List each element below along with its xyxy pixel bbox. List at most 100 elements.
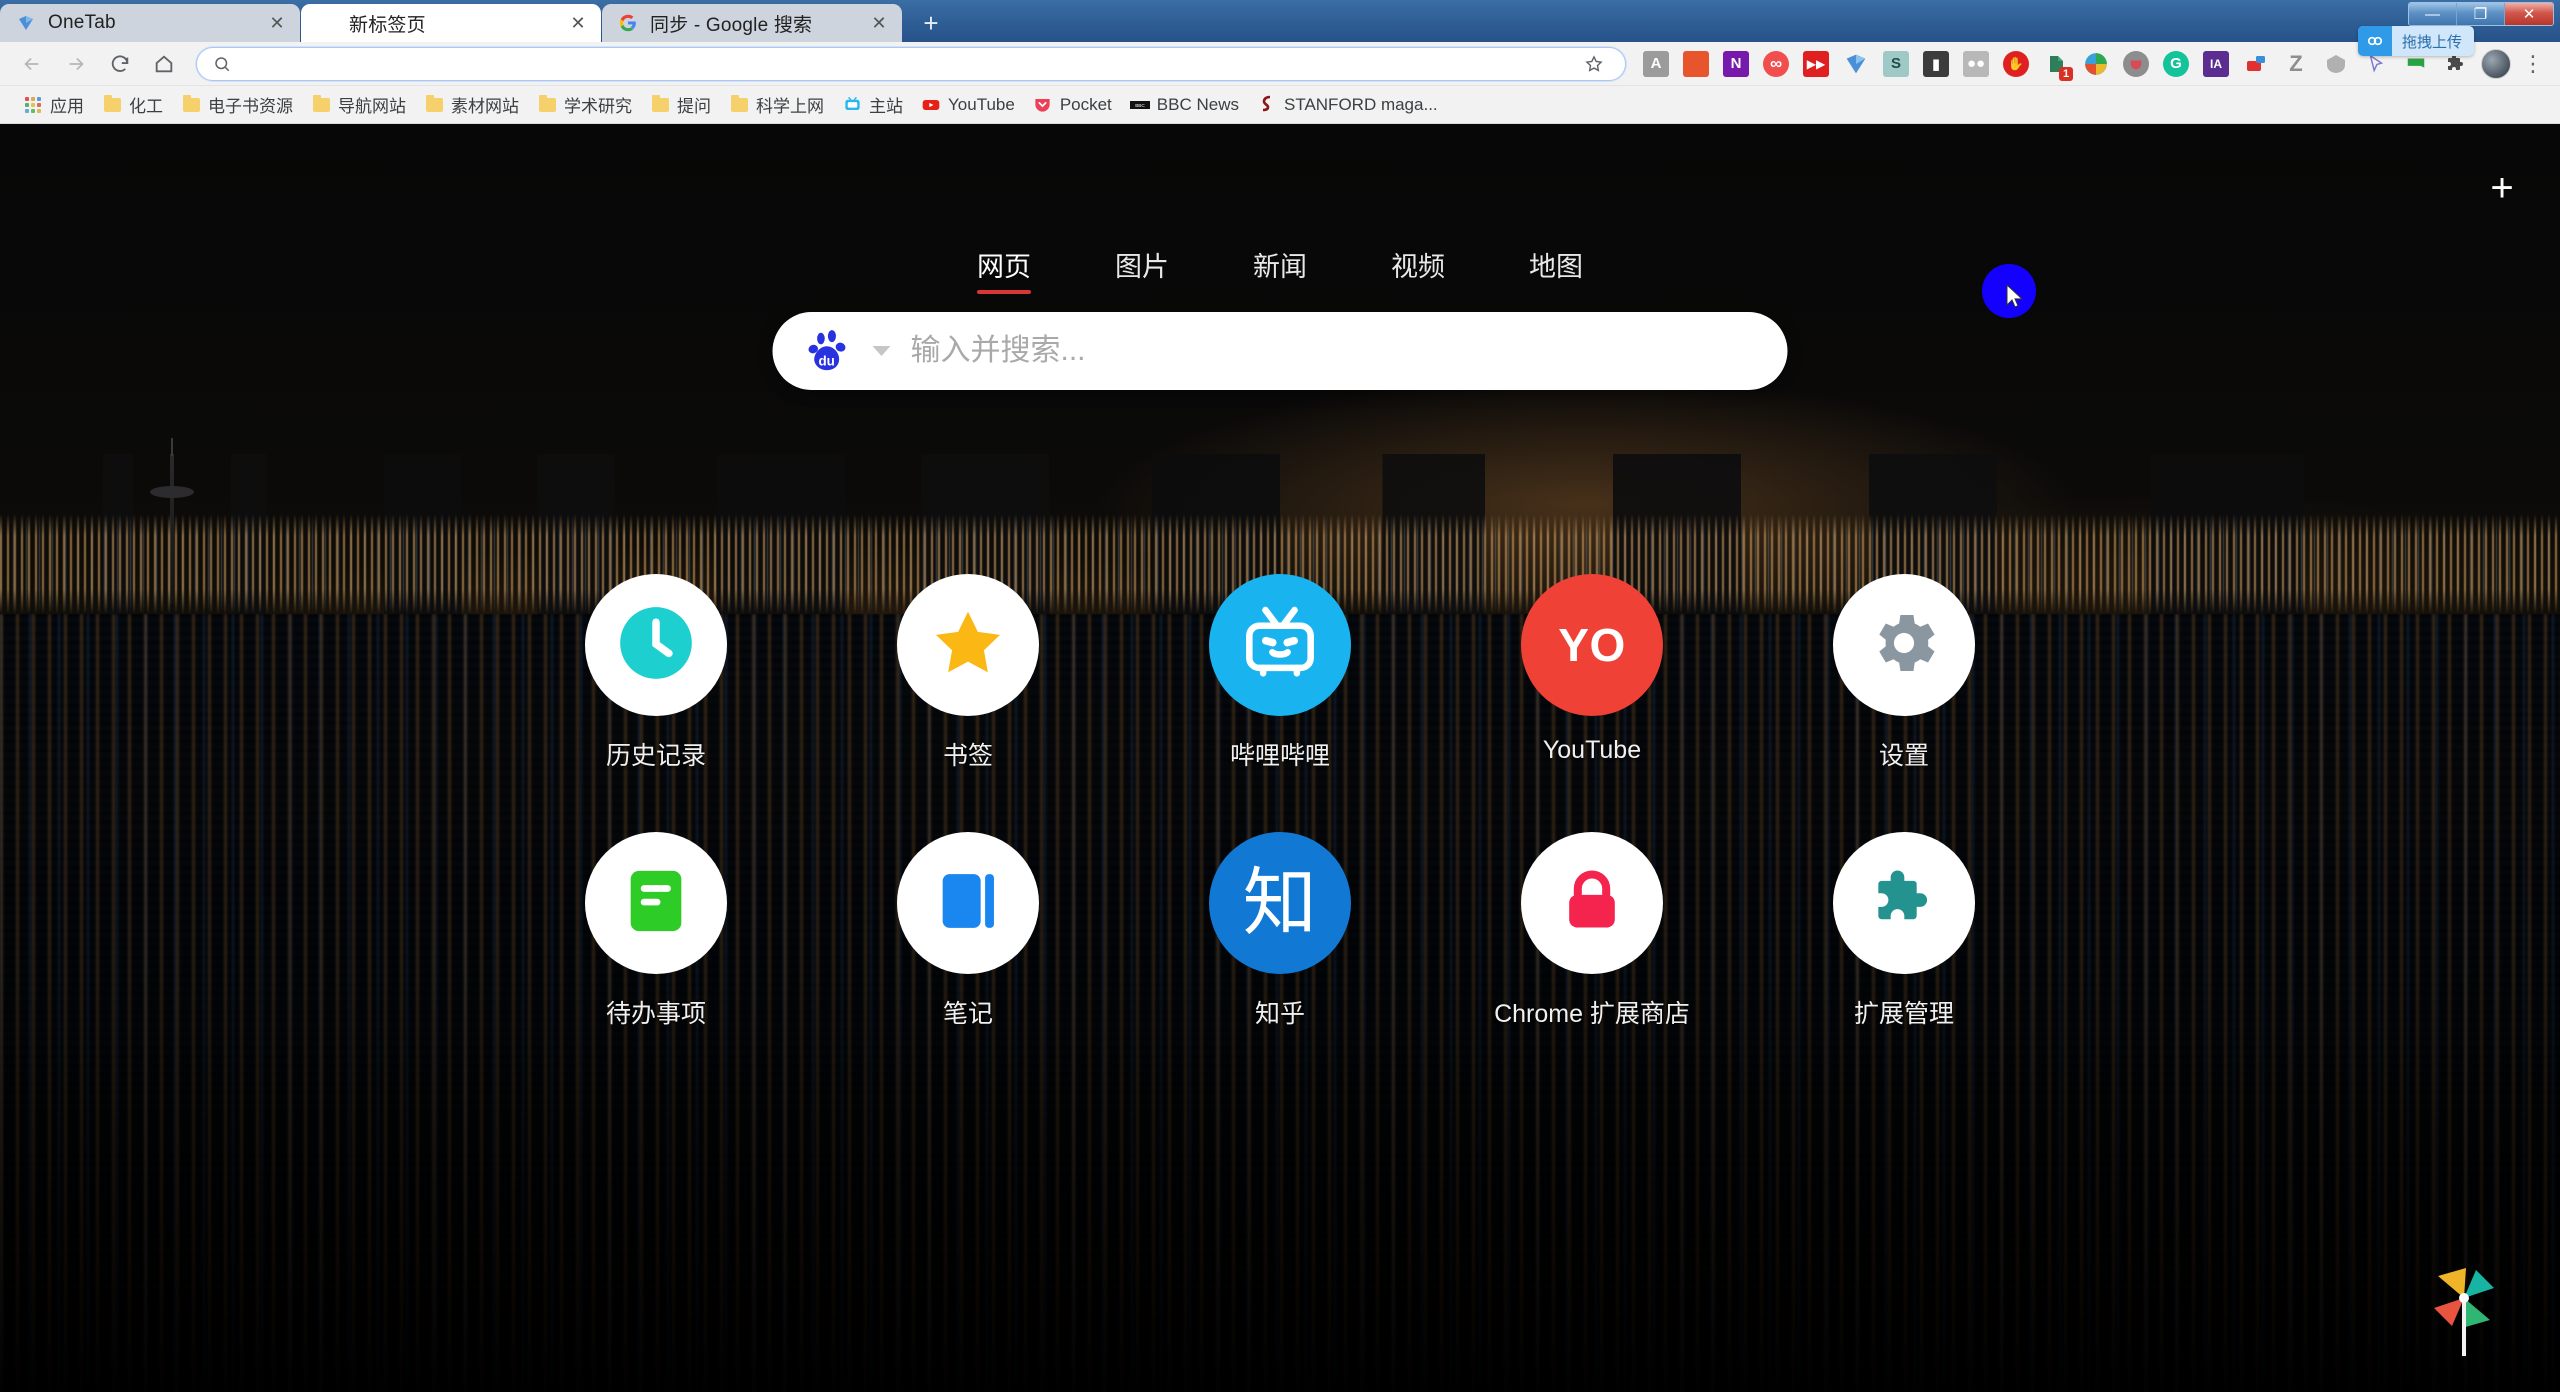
window-controls: — ❐ ✕: [2408, 2, 2554, 26]
shortcut-settings[interactable]: 设置: [1784, 574, 2024, 772]
bookmark-bilibili[interactable]: 主站: [833, 91, 912, 119]
bookmark-bbc-news[interactable]: BBC BBC News: [1121, 91, 1248, 119]
bookmark-youtube[interactable]: YouTube: [912, 91, 1024, 119]
kebab-menu-icon[interactable]: ⋮: [2516, 51, 2550, 77]
bookmark-star-icon[interactable]: [1577, 54, 1611, 74]
microsoft-office-extension[interactable]: [1677, 45, 1715, 83]
bookmark-label: 导航网站: [338, 97, 406, 116]
browser-tab-0-close-icon[interactable]: ✕: [264, 10, 290, 36]
shortcut-notes[interactable]: 笔记: [848, 832, 1088, 1030]
youdao-dictionary-extension[interactable]: [2237, 45, 2275, 83]
shortcut-extensions-manager[interactable]: 扩展管理: [1784, 832, 2024, 1030]
pocket-extension[interactable]: [2117, 45, 2155, 83]
tab-images[interactable]: 图片: [1073, 239, 1211, 296]
shortcut-youtube[interactable]: YO YouTube: [1472, 574, 1712, 772]
shortcut-label: YouTube: [1542, 736, 1642, 764]
folder-icon: [729, 94, 749, 115]
address-bar[interactable]: [196, 46, 1626, 81]
evernote-badge-count: 1: [2059, 66, 2073, 81]
browser-tab-1-close-icon[interactable]: ✕: [565, 10, 591, 36]
browser-tab-2-title: 同步 - Google 搜索: [650, 14, 813, 36]
shortcut-youtube-monogram: YO: [1558, 619, 1626, 671]
adblock-extension[interactable]: ✋: [1997, 45, 2035, 83]
bookmark-stanford-magazine[interactable]: STANFORD maga...: [1248, 91, 1447, 119]
home-icon[interactable]: [142, 44, 186, 84]
scribd-extension[interactable]: S: [1877, 45, 1915, 83]
bookmarks-bar: 应用 化工 电子书资源 导航网站 素材网站 学术研究 提问 科学上网 主站 Yo…: [0, 86, 2560, 124]
internet-download-manager-extension[interactable]: [2077, 45, 2115, 83]
onetab-extension[interactable]: [1837, 45, 1875, 83]
folder-icon: [102, 94, 122, 115]
browser-tab-1[interactable]: 新标签页 ✕: [301, 4, 601, 42]
infinity-newtab-extension[interactable]: ∞: [1757, 45, 1795, 83]
shortcut-youtube-circle: YO: [1521, 574, 1663, 716]
shortcut-history-circle: [585, 574, 727, 716]
browser-tab-strip: OneTab ✕ 新标签页 ✕ 同步 - Google 搜索 ✕ + — ❐ ✕: [0, 0, 2560, 42]
bookmark-folder-questions[interactable]: 提问: [641, 91, 720, 119]
shortcut-chrome-web-store[interactable]: Chrome 扩展商店: [1472, 832, 1712, 1030]
search-category-tabs: 网页 图片 新闻 视频 地图: [0, 239, 2560, 296]
reload-icon[interactable]: [98, 44, 142, 84]
shortcut-grid: 历史记录 书签 哔哩哔哩 YO YouTube 设置 待办事项 笔记 知 知乎 …: [500, 574, 2060, 1030]
zhihu-extension[interactable]: Z: [2277, 45, 2315, 83]
window-minimize-button[interactable]: —: [2409, 3, 2457, 25]
shortcut-zhihu-monogram: 知: [1242, 861, 1318, 944]
fast-forward-extension[interactable]: ▶▶: [1797, 45, 1835, 83]
tab-web[interactable]: 网页: [935, 239, 1073, 296]
bookmark-apps[interactable]: 应用: [14, 91, 93, 119]
onenote-clipper-extension[interactable]: N: [1717, 45, 1755, 83]
browser-tab-2[interactable]: 同步 - Google 搜索 ✕: [602, 4, 902, 42]
chevron-down-icon[interactable]: [872, 346, 891, 356]
browser-toolbar: A N ∞ ▶▶ S ▮ ●● ✋ 1 G IA Z ⋮: [0, 42, 2560, 86]
adguard-extension[interactable]: [2317, 45, 2355, 83]
new-tab-page: + 网页 图片 新闻 视频 地图 du 输入并搜索... 历史记录 书签 哔哩哔…: [0, 124, 2560, 1392]
puzzle-icon: [1865, 862, 1943, 945]
avatar[interactable]: [2477, 45, 2515, 83]
adobe-acrobat-extension[interactable]: A: [1637, 45, 1675, 83]
shortcut-zhihu[interactable]: 知 知乎: [1160, 832, 1400, 1030]
bilibili-tv-icon: [1234, 597, 1326, 694]
evernote-clipper-extension[interactable]: 1: [2037, 45, 2075, 83]
shortcut-bookmarks[interactable]: 书签: [848, 574, 1088, 772]
browser-tab-2-close-icon[interactable]: ✕: [866, 10, 892, 36]
drag-upload-tooltip[interactable]: 拖拽上传: [2358, 26, 2475, 56]
svg-text:du: du: [818, 353, 834, 368]
bookmark-folder-ebooks[interactable]: 电子书资源: [172, 91, 302, 119]
shortcut-todo-circle: [585, 832, 727, 974]
bookmark-label: 主站: [869, 97, 903, 116]
search-box[interactable]: du: [772, 312, 1788, 390]
window-restore-button[interactable]: ❐: [2457, 3, 2505, 25]
bookmark-folder-vpn[interactable]: 科学上网: [720, 91, 833, 119]
bookmark-pocket[interactable]: Pocket: [1024, 91, 1121, 119]
tab-video[interactable]: 视频: [1349, 239, 1487, 296]
zotero-connector-extension[interactable]: ▮: [1917, 45, 1955, 83]
bookmark-folder-huagong[interactable]: 化工: [93, 91, 172, 119]
browser-tab-0[interactable]: OneTab ✕: [0, 4, 300, 42]
shortcut-bookmarks-circle: [897, 574, 1039, 716]
shortcut-bilibili[interactable]: 哔哩哔哩: [1160, 574, 1400, 772]
shortcut-todo[interactable]: 待办事项: [536, 832, 776, 1030]
back-arrow-icon[interactable]: [10, 44, 54, 84]
window-close-button[interactable]: ✕: [2505, 3, 2553, 25]
bookmark-folder-academic[interactable]: 学术研究: [528, 91, 641, 119]
new-tab-button[interactable]: +: [911, 6, 951, 40]
shortcut-label: 历史记录: [605, 742, 706, 770]
search-icon: [211, 53, 233, 75]
internet-archive-extension[interactable]: IA: [2197, 45, 2235, 83]
bookmark-label: YouTube: [948, 94, 1015, 114]
shortcut-label: 笔记: [942, 1000, 993, 1028]
pocket-list-extension[interactable]: ●●: [1957, 45, 1995, 83]
tab-maps[interactable]: 地图: [1487, 239, 1625, 296]
forward-arrow-icon[interactable]: [54, 44, 98, 84]
bookmark-label: 学术研究: [564, 97, 632, 116]
pinwheel-icon[interactable]: [2422, 1258, 2506, 1356]
tab-news[interactable]: 新闻: [1211, 239, 1349, 296]
search-input[interactable]: [910, 334, 1754, 368]
bookmark-folder-assets[interactable]: 素材网站: [415, 91, 528, 119]
address-bar-input[interactable]: [233, 52, 1577, 75]
add-shortcut-button[interactable]: +: [2480, 166, 2524, 210]
bookmark-folder-navigation[interactable]: 导航网站: [302, 91, 415, 119]
shortcut-history[interactable]: 历史记录: [536, 574, 776, 772]
bbc-icon: BBC: [1129, 95, 1150, 115]
grammarly-extension[interactable]: G: [2157, 45, 2195, 83]
